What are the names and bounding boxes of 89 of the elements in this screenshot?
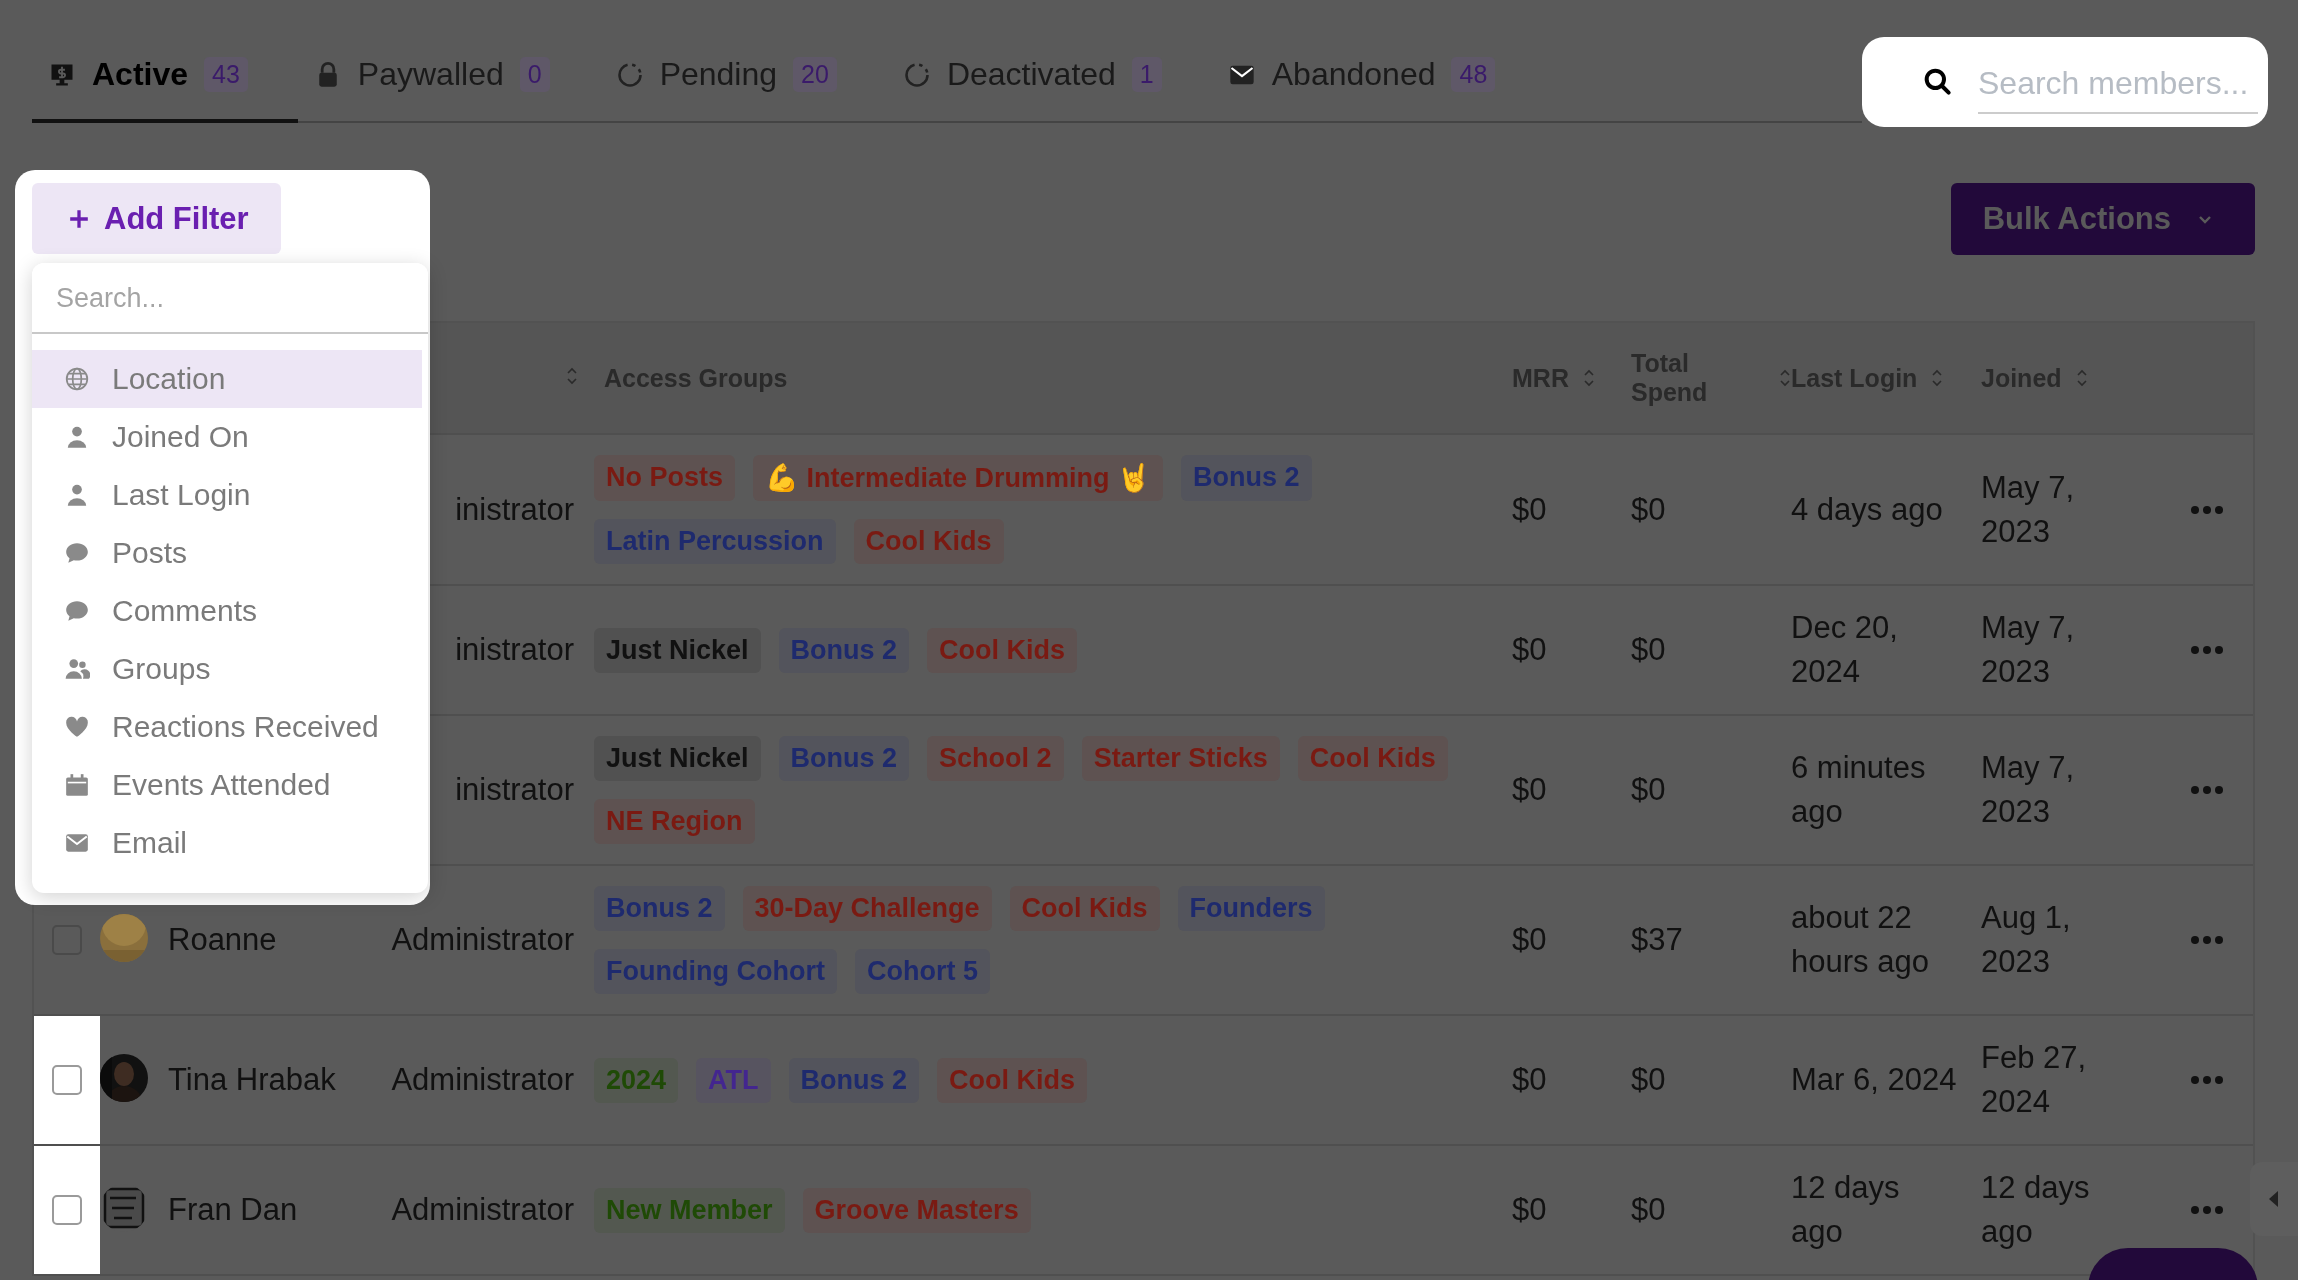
access-group-tag: Just Nickel <box>594 736 761 781</box>
filter-option[interactable]: Posts <box>32 524 422 582</box>
access-group-tag: Cool Kids <box>927 627 1078 673</box>
side-panel-toggle[interactable] <box>2250 1162 2298 1236</box>
tab[interactable]: Pending 20 <box>599 44 887 123</box>
table-cell-text: Administrator <box>390 1061 575 1099</box>
more-icon[interactable] <box>2190 504 2224 515</box>
table-cell-text: $0 <box>1512 921 1548 959</box>
more-icon[interactable] <box>2190 935 2224 945</box>
access-group-tag: Cool Kids <box>1297 736 1448 781</box>
table-cell-text: about 22 hours ago <box>1791 899 1930 981</box>
tab[interactable]: Paywalled 0 <box>297 44 600 123</box>
table-cell-text: Administrator <box>390 1191 575 1229</box>
table-cell-text: Aug 1, 2023 <box>1981 899 2072 981</box>
tab[interactable]: Deactivated 1 <box>886 44 1212 123</box>
more-icon[interactable] <box>2190 1205 2224 1215</box>
filter-option[interactable]: Groups <box>32 640 422 698</box>
access-group-tag: Cool Kids <box>937 1057 1088 1103</box>
plus-icon <box>68 207 90 230</box>
member-name[interactable]: Roanne <box>168 901 358 979</box>
access-group-tag: 💪 Intermediate Drumming 🤘 <box>753 455 1164 501</box>
table-cell-text: $0 <box>1631 631 1667 669</box>
filter-option[interactable]: Joined On <box>32 408 422 466</box>
access-group-tag: Groove Masters <box>802 1187 1031 1233</box>
table-cell-text: $0 <box>1512 1061 1548 1099</box>
table-cell-text: May 7, 2023 <box>1981 609 2076 691</box>
spinner-icon <box>902 60 931 89</box>
member-name[interactable]: Tina Hrabak <box>168 1041 358 1119</box>
access-group-tag: Just Nickel <box>594 627 761 673</box>
table-cell-text: Mar 6, 2024 <box>1791 1061 1958 1099</box>
search-box[interactable]: Search members... <box>1862 37 2268 127</box>
table-cell-text: Administrator <box>390 921 575 959</box>
table-cell-text: $0 <box>1512 631 1548 669</box>
table-cell-text: $0 <box>1512 1191 1548 1229</box>
table-cell-text: $0 <box>1512 771 1548 809</box>
table-cell-text: $0 <box>1631 1061 1667 1099</box>
calendar-icon <box>64 772 90 798</box>
tab[interactable]: Abandoned 48 <box>1211 44 1546 123</box>
more-icon[interactable] <box>2190 1075 2224 1085</box>
add-filter-button[interactable]: Add Filter <box>32 183 281 254</box>
sort-icon[interactable] <box>2075 367 2088 389</box>
table-cell-text: $0 <box>1631 1191 1667 1229</box>
tab[interactable]: Active 43 <box>32 44 298 123</box>
access-group-tag: 2024 <box>594 1057 679 1103</box>
sort-icon[interactable] <box>1582 367 1595 389</box>
sort-icon[interactable] <box>1931 367 1944 389</box>
table-cell-text: 12 days ago <box>1791 1169 1901 1251</box>
sort-icon[interactable] <box>1779 367 1791 389</box>
more-icon[interactable] <box>2190 645 2224 655</box>
filter-option[interactable]: Email <box>32 814 422 872</box>
speech-bubble-icon <box>64 540 90 566</box>
table-cell-text: inistrator <box>454 631 575 669</box>
filter-search-field[interactable]: Search... <box>32 263 428 334</box>
checkbox[interactable] <box>52 1065 82 1095</box>
speech-bubble-icon <box>64 598 90 624</box>
table-cell-text: $37 <box>1631 921 1684 959</box>
filter-option[interactable]: Location <box>32 350 422 408</box>
table-cell-text: $0 <box>1631 490 1667 529</box>
access-group-tag: No Posts <box>594 455 736 501</box>
access-group-tag: NE Region <box>594 799 755 844</box>
table-cell-text: Feb 27, 2024 <box>1981 1039 2088 1121</box>
filter-option[interactable]: Last Login <box>32 466 422 524</box>
table-cell-text: May 7, 2023 <box>1981 749 2076 831</box>
spinner-icon <box>615 60 644 89</box>
access-group-tag: New Member <box>594 1187 785 1233</box>
table-cell-text: inistrator <box>454 771 575 809</box>
filter-option[interactable]: Reactions Received <box>32 698 422 756</box>
globe-icon <box>64 366 90 392</box>
member-name[interactable]: Fran Dan <box>168 1171 358 1249</box>
access-group-tag: 30-Day Challenge <box>742 886 992 931</box>
table-cell-text: inistrator <box>454 490 575 529</box>
access-group-tag: Cool Kids <box>1009 886 1160 931</box>
access-group-tag: Starter Sticks <box>1081 736 1280 781</box>
table-cell-text: $0 <box>1512 490 1548 529</box>
checkbox[interactable] <box>52 1195 82 1225</box>
access-group-tag: Cool Kids <box>853 519 1004 564</box>
more-icon[interactable] <box>2190 785 2224 795</box>
bulk-actions-button[interactable]: Bulk Actions <box>1950 183 2255 255</box>
table-cell-text: $0 <box>1631 771 1667 809</box>
filter-option[interactable]: Comments <box>32 582 422 640</box>
table-cell-text: 12 days ago <box>1981 1169 2091 1251</box>
table-cell-text: 6 minutes ago <box>1791 749 1927 831</box>
people-icon <box>64 656 90 682</box>
search-icon <box>1922 66 1954 98</box>
table-cell-text: May 7, 2023 <box>1981 468 2076 551</box>
table-cell-text: Dec 20, 2024 <box>1791 609 1899 691</box>
filter-option[interactable]: Events Attended <box>32 756 422 814</box>
access-group-tag: School 2 <box>927 736 1064 781</box>
table-cell-text: 4 days ago <box>1791 490 1944 529</box>
